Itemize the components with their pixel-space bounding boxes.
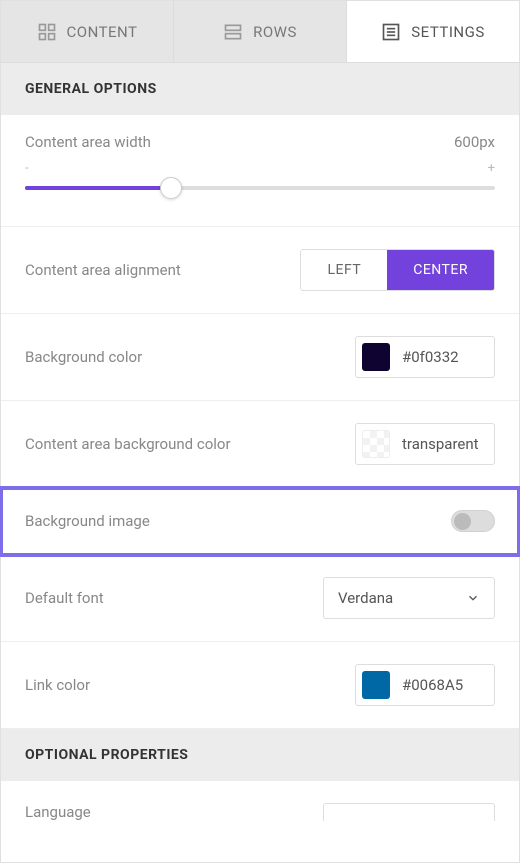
tabs: CONTENT ROWS SETTINGS (1, 1, 519, 63)
alignment-left-button[interactable]: LEFT (301, 250, 387, 290)
default-font-value: Verdana (338, 589, 393, 607)
slider-fill (25, 186, 171, 190)
content-area-width-slider[interactable] (25, 178, 495, 198)
link-color-value: #0068A5 (402, 676, 463, 694)
alignment-segmented: LEFT CENTER (300, 249, 495, 291)
content-area-width-label: Content area width (25, 133, 151, 151)
settings-icon (381, 22, 401, 42)
link-color-label: Link color (25, 676, 90, 694)
rows-icon (223, 22, 243, 42)
row-language: Language — (1, 781, 519, 821)
tab-settings[interactable]: SETTINGS (347, 1, 519, 62)
row-background-color: Background color #0f0332 (1, 314, 519, 401)
content-area-bg-color-picker[interactable]: transparent (355, 423, 495, 465)
content-icon (37, 22, 57, 42)
slider-thumb[interactable] (160, 177, 182, 199)
row-default-font: Default font Verdana (1, 555, 519, 642)
row-content-area-alignment: Content area alignment LEFT CENTER (1, 227, 519, 314)
row-link-color: Link color #0068A5 (1, 642, 519, 729)
row-background-image: Background image (1, 488, 519, 555)
content-area-width-value: 600px (454, 133, 495, 151)
chevron-down-icon (466, 818, 480, 821)
toggle-knob (454, 513, 471, 530)
background-color-picker[interactable]: #0f0332 (355, 336, 495, 378)
background-color-label: Background color (25, 348, 142, 366)
background-image-label: Background image (25, 512, 150, 530)
link-color-swatch (362, 671, 390, 699)
transparent-swatch-icon (362, 430, 390, 458)
alignment-center-button[interactable]: CENTER (387, 250, 494, 290)
content-area-bg-color-label: Content area background color (25, 435, 231, 453)
row-content-area-width: Content area width 600px - + (1, 115, 519, 227)
tab-rows[interactable]: ROWS (174, 1, 347, 62)
language-select[interactable]: — (323, 803, 495, 821)
default-font-label: Default font (25, 589, 104, 607)
content-area-alignment-label: Content area alignment (25, 261, 181, 279)
default-font-select[interactable]: Verdana (323, 577, 495, 619)
tab-content[interactable]: CONTENT (1, 1, 174, 62)
slider-plus-icon[interactable]: + (488, 161, 495, 176)
language-value: — (338, 816, 350, 821)
slider-minus-icon[interactable]: - (25, 161, 29, 176)
chevron-down-icon (466, 591, 480, 605)
link-color-picker[interactable]: #0068A5 (355, 664, 495, 706)
background-image-toggle[interactable] (451, 510, 495, 532)
background-color-value: #0f0332 (402, 348, 459, 366)
row-content-area-bg-color: Content area background color transparen… (1, 401, 519, 488)
tab-rows-label: ROWS (253, 23, 297, 41)
section-optional-properties: OPTIONAL PROPERTIES (1, 729, 519, 781)
language-label: Language (25, 803, 91, 821)
tab-settings-label: SETTINGS (411, 23, 485, 41)
content-area-bg-color-value: transparent (402, 435, 479, 453)
section-general-options: GENERAL OPTIONS (1, 63, 519, 115)
background-color-swatch (362, 343, 390, 371)
tab-content-label: CONTENT (67, 23, 138, 41)
